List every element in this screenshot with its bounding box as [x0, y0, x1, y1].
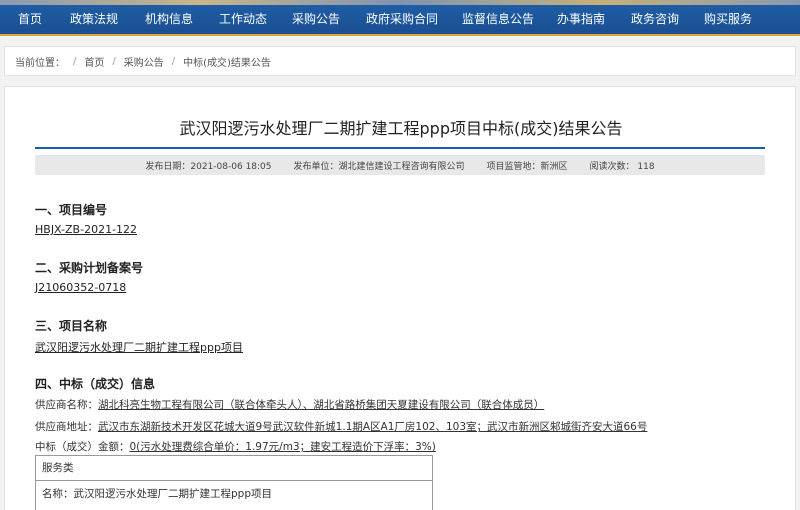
breadcrumb-separator: /: [171, 55, 176, 67]
supplier-name-row: 供应商名称：湖北科亮生物工程有限公司（联合体牵头人）、湖北省路桥集团天夏建设有限…: [35, 397, 544, 412]
supplier-address-value: 武汉市东湖新技术开发区花城大道9号武汉软件新城1.1期A区A1厂房102、103…: [98, 421, 648, 433]
nav-supervision-notice[interactable]: 监督信息公告: [462, 0, 534, 36]
bid-amount-value: 0(污水处理费综合单价：1.97元/m3；建安工程造价下浮率：3%): [129, 441, 436, 453]
breadcrumb-current: 中标(成交)结果公告: [183, 57, 271, 69]
breadcrumb-notice-link[interactable]: 采购公告: [124, 54, 164, 69]
breadcrumb-home-link[interactable]: 首页: [84, 54, 104, 69]
section-plan-number-heading: 二、采购计划备案号: [35, 261, 144, 275]
project-name-value: 武汉阳逻污水处理厂二期扩建工程ppp项目: [35, 341, 243, 354]
supplier-address-row: 供应商地址：武汉市东湖新技术开发区花城大道9号武汉软件新城1.1期A区A1厂房1…: [35, 419, 647, 434]
project-number-value: HBJX-ZB-2021-122: [35, 223, 138, 236]
service-name-label: 名称：: [42, 488, 74, 500]
supervision-location: 项目监管地：新洲区: [486, 161, 568, 172]
service-name-value: 武汉阳逻污水处理厂二期扩建工程ppp项目: [73, 488, 273, 500]
article-meta-bar: 发布日期：2021-08-06 18:05 发布单位：湖北建信建设工程咨询有限公…: [35, 155, 765, 175]
service-table-header: 服务类: [36, 456, 432, 481]
publish-date: 发布日期：2021-08-06 18:05: [145, 161, 272, 172]
nav-procurement-contract[interactable]: 政府采购合同: [366, 0, 438, 36]
service-name-row: 名称：武汉阳逻污水处理厂二期扩建工程ppp项目: [36, 481, 432, 507]
nav-purchase-service[interactable]: 购买服务: [704, 0, 752, 36]
bid-amount-row: 中标（成交）金额：0(污水处理费综合单价：1.97元/m3；建安工程造价下浮率：…: [35, 439, 436, 454]
bid-amount-label: 中标（成交）金额：: [35, 441, 130, 453]
article-panel: 武汉阳逻污水处理厂二期扩建工程ppp项目中标(成交)结果公告 发布日期：2021…: [4, 86, 796, 510]
breadcrumb-separator: /: [112, 55, 116, 67]
breadcrumb-separator: /: [73, 55, 77, 67]
page-title: 武汉阳逻污水处理厂二期扩建工程ppp项目中标(成交)结果公告: [179, 119, 623, 138]
nav-policy[interactable]: 政策法规: [70, 0, 118, 36]
breadcrumb: 当前位置： / 首页 / 采购公告 / 中标(成交)结果公告: [4, 46, 796, 76]
supplier-name-label: 供应商名称：: [35, 399, 98, 411]
breadcrumb-prefix: 当前位置：: [15, 57, 65, 69]
view-count: 阅读次数： 118: [589, 161, 655, 172]
plan-number-value: J21060352-0718: [35, 281, 127, 294]
nav-consultation[interactable]: 政务咨询: [631, 0, 679, 36]
section-project-name-heading: 三、项目名称: [35, 319, 108, 333]
section-winner-heading: 四、中标（成交）信息: [35, 377, 156, 391]
nav-procurement-notice[interactable]: 采购公告: [292, 0, 340, 36]
section-project-number-heading: 一、项目编号: [35, 203, 108, 217]
nav-home[interactable]: 首页: [18, 0, 42, 36]
nav-agency-info[interactable]: 机构信息: [145, 0, 193, 36]
title-divider: [35, 147, 765, 149]
top-navigation-bar: 首页 政策法规 机构信息 工作动态 采购公告 政府采购合同 监督信息公告 办事指…: [0, 0, 800, 36]
service-table: 服务类 名称：武汉阳逻污水处理厂二期扩建工程ppp项目: [35, 455, 433, 510]
supplier-name-value: 湖北科亮生物工程有限公司（联合体牵头人）、湖北省路桥集团天夏建设有限公司（联合体…: [98, 399, 545, 411]
supplier-address-label: 供应商地址：: [35, 421, 98, 433]
nav-work-news[interactable]: 工作动态: [219, 0, 267, 36]
publisher: 发布单位：湖北建信建设工程咨询有限公司: [293, 161, 465, 172]
nav-guide[interactable]: 办事指南: [557, 0, 605, 36]
